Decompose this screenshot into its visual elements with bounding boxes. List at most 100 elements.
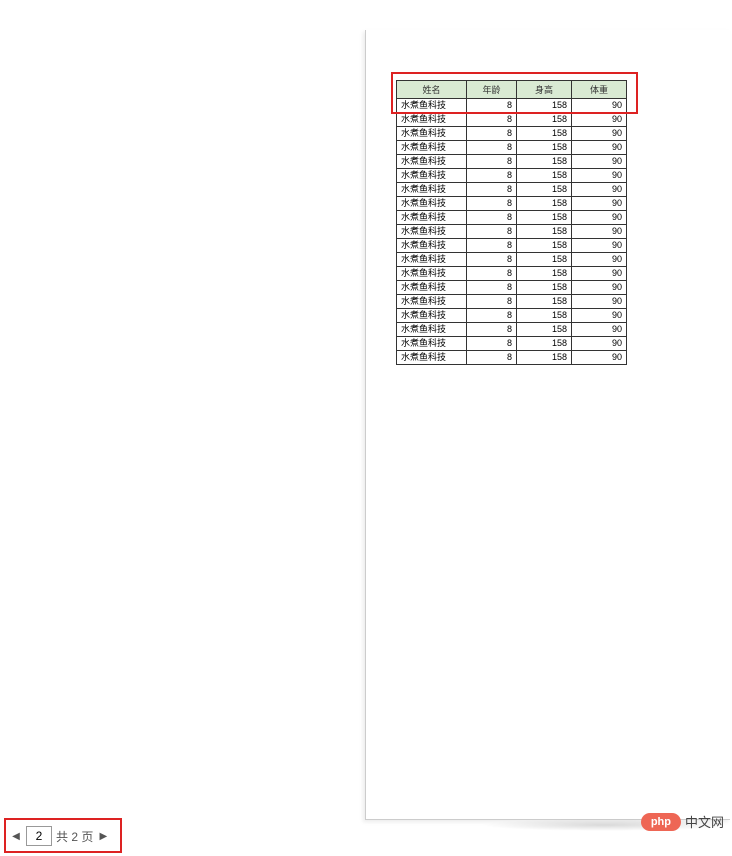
table-row: 水煮鱼科技815890 xyxy=(397,295,627,309)
cell-age: 8 xyxy=(467,295,517,309)
cell-height: 158 xyxy=(517,239,572,253)
table-row: 水煮鱼科技815890 xyxy=(397,281,627,295)
cell-weight: 90 xyxy=(572,281,627,295)
table-row: 水煮鱼科技815890 xyxy=(397,309,627,323)
cell-name: 水煮鱼科技 xyxy=(397,155,467,169)
cell-weight: 90 xyxy=(572,295,627,309)
cell-height: 158 xyxy=(517,197,572,211)
cell-weight: 90 xyxy=(572,309,627,323)
cell-age: 8 xyxy=(467,253,517,267)
cell-age: 8 xyxy=(467,225,517,239)
cell-age: 8 xyxy=(467,281,517,295)
cell-age: 8 xyxy=(467,211,517,225)
cell-height: 158 xyxy=(517,253,572,267)
table-row: 水煮鱼科技815890 xyxy=(397,323,627,337)
table-header-row: 姓名 年龄 身高 体重 xyxy=(397,81,627,99)
table-row: 水煮鱼科技815890 xyxy=(397,155,627,169)
cell-age: 8 xyxy=(467,127,517,141)
header-height: 身高 xyxy=(517,81,572,99)
cell-height: 158 xyxy=(517,337,572,351)
cell-age: 8 xyxy=(467,267,517,281)
data-table: 姓名 年龄 身高 体重 水煮鱼科技815890水煮鱼科技815890水煮鱼科技8… xyxy=(396,80,627,365)
cell-age: 8 xyxy=(467,141,517,155)
cell-age: 8 xyxy=(467,239,517,253)
table-row: 水煮鱼科技815890 xyxy=(397,253,627,267)
header-weight: 体重 xyxy=(572,81,627,99)
table-row: 水煮鱼科技815890 xyxy=(397,127,627,141)
cell-weight: 90 xyxy=(572,323,627,337)
cell-height: 158 xyxy=(517,281,572,295)
cell-weight: 90 xyxy=(572,141,627,155)
cell-height: 158 xyxy=(517,113,572,127)
cell-age: 8 xyxy=(467,183,517,197)
page-number-input[interactable] xyxy=(26,826,52,846)
cell-weight: 90 xyxy=(572,155,627,169)
cell-name: 水煮鱼科技 xyxy=(397,113,467,127)
cell-weight: 90 xyxy=(572,351,627,365)
cell-name: 水煮鱼科技 xyxy=(397,253,467,267)
table-row: 水煮鱼科技815890 xyxy=(397,113,627,127)
table-row: 水煮鱼科技815890 xyxy=(397,169,627,183)
cell-weight: 90 xyxy=(572,197,627,211)
cell-name: 水煮鱼科技 xyxy=(397,323,467,337)
cell-height: 158 xyxy=(517,141,572,155)
cell-age: 8 xyxy=(467,155,517,169)
table-row: 水煮鱼科技815890 xyxy=(397,99,627,113)
cell-age: 8 xyxy=(467,113,517,127)
cell-height: 158 xyxy=(517,211,572,225)
table-row: 水煮鱼科技815890 xyxy=(397,267,627,281)
watermark-text: 中文网 xyxy=(685,812,724,831)
page-total-label: 共 2 页 xyxy=(56,828,93,845)
cell-name: 水煮鱼科技 xyxy=(397,351,467,365)
cell-name: 水煮鱼科技 xyxy=(397,169,467,183)
next-page-button[interactable]: ▶ xyxy=(97,827,109,845)
cell-age: 8 xyxy=(467,337,517,351)
cell-age: 8 xyxy=(467,309,517,323)
cell-name: 水煮鱼科技 xyxy=(397,295,467,309)
cell-height: 158 xyxy=(517,351,572,365)
cell-name: 水煮鱼科技 xyxy=(397,281,467,295)
cell-weight: 90 xyxy=(572,225,627,239)
cell-age: 8 xyxy=(467,197,517,211)
watermark: php 中文网 xyxy=(641,812,724,831)
cell-name: 水煮鱼科技 xyxy=(397,337,467,351)
header-name: 姓名 xyxy=(397,81,467,99)
cell-weight: 90 xyxy=(572,267,627,281)
table-row: 水煮鱼科技815890 xyxy=(397,351,627,365)
cell-name: 水煮鱼科技 xyxy=(397,267,467,281)
pager: ◀ 共 2 页 ▶ xyxy=(10,826,109,846)
cell-weight: 90 xyxy=(572,211,627,225)
table-row: 水煮鱼科技815890 xyxy=(397,239,627,253)
cell-weight: 90 xyxy=(572,183,627,197)
cell-height: 158 xyxy=(517,183,572,197)
cell-weight: 90 xyxy=(572,253,627,267)
cell-age: 8 xyxy=(467,99,517,113)
prev-page-button[interactable]: ◀ xyxy=(10,827,22,845)
table-row: 水煮鱼科技815890 xyxy=(397,211,627,225)
header-age: 年龄 xyxy=(467,81,517,99)
cell-name: 水煮鱼科技 xyxy=(397,239,467,253)
print-preview-page: 姓名 年龄 身高 体重 水煮鱼科技815890水煮鱼科技815890水煮鱼科技8… xyxy=(365,30,730,820)
cell-height: 158 xyxy=(517,225,572,239)
cell-height: 158 xyxy=(517,295,572,309)
table-row: 水煮鱼科技815890 xyxy=(397,141,627,155)
cell-height: 158 xyxy=(517,169,572,183)
cell-age: 8 xyxy=(467,323,517,337)
cell-weight: 90 xyxy=(572,337,627,351)
table-row: 水煮鱼科技815890 xyxy=(397,183,627,197)
watermark-badge: php xyxy=(641,813,681,831)
cell-height: 158 xyxy=(517,267,572,281)
cell-height: 158 xyxy=(517,127,572,141)
cell-height: 158 xyxy=(517,99,572,113)
cell-height: 158 xyxy=(517,155,572,169)
cell-name: 水煮鱼科技 xyxy=(397,183,467,197)
cell-name: 水煮鱼科技 xyxy=(397,309,467,323)
cell-age: 8 xyxy=(467,351,517,365)
table-row: 水煮鱼科技815890 xyxy=(397,225,627,239)
cell-name: 水煮鱼科技 xyxy=(397,225,467,239)
cell-height: 158 xyxy=(517,309,572,323)
cell-height: 158 xyxy=(517,323,572,337)
cell-age: 8 xyxy=(467,169,517,183)
cell-name: 水煮鱼科技 xyxy=(397,99,467,113)
cell-weight: 90 xyxy=(572,127,627,141)
